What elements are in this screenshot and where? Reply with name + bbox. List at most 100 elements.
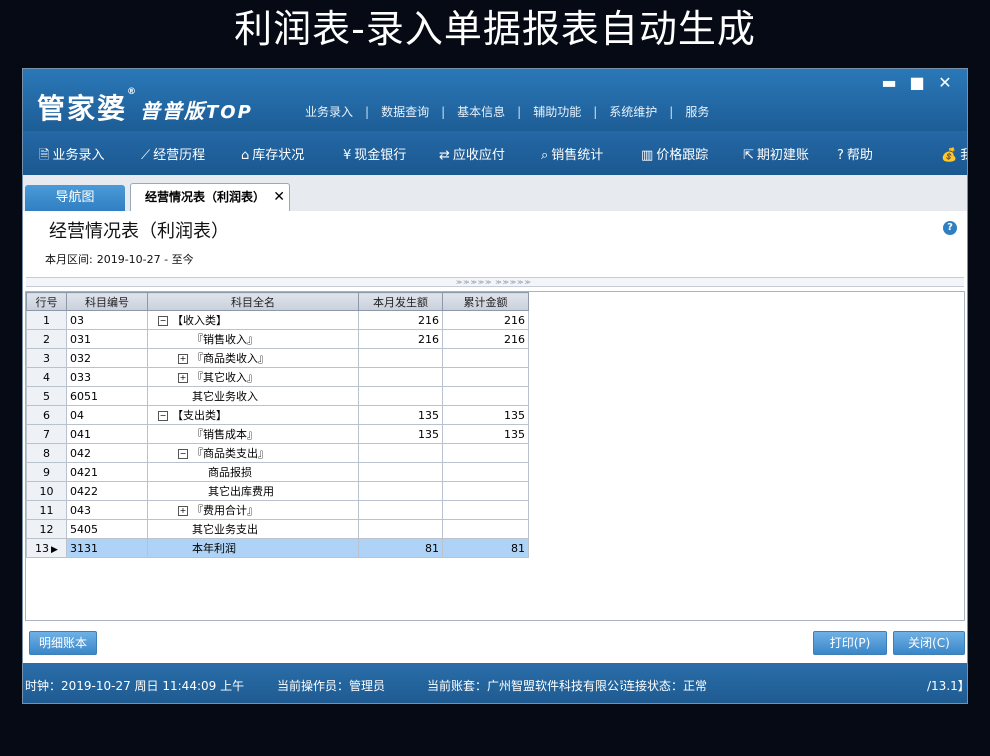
table-row[interactable]: 9 0421 商品报损: [26, 462, 529, 482]
banner-title: 利润表-录入单据报表自动生成: [234, 7, 756, 51]
collapse-icon[interactable]: −: [158, 316, 168, 326]
table-row[interactable]: 4 033 + 『其它收入』: [26, 367, 529, 387]
account-name-cell: 其它出库费用: [147, 481, 359, 501]
account-code-cell: 042: [66, 443, 148, 463]
total-amount-cell: [442, 500, 529, 520]
yen-icon: ¥: [343, 148, 352, 163]
detail-ledger-button[interactable]: 明细账本: [29, 631, 97, 655]
account-code-cell: 03: [66, 310, 148, 330]
total-amount-cell: 216: [442, 310, 529, 330]
toolbar-button[interactable]: ? 帮助: [837, 144, 873, 163]
account-code-cell: 04: [66, 405, 148, 425]
row-number: 6: [43, 408, 50, 422]
top-menu-item[interactable]: 辅助功能: [521, 105, 593, 119]
table-row[interactable]: 3 032 + 『商品类收入』: [26, 348, 529, 368]
tab-profit-report-label: 经营情况表（利润表）: [145, 190, 266, 204]
maximize-button[interactable]: ■: [903, 73, 931, 92]
toolbar-button[interactable]: 💰我: [941, 144, 967, 163]
total-amount-cell: [442, 443, 529, 463]
row-number-cell: 13 ▶: [26, 538, 67, 558]
account-name-cell: 本年利润: [147, 538, 359, 558]
toolbar-button[interactable]: ▥ 价格跟踪: [641, 144, 708, 163]
month-amount-cell: [358, 500, 443, 520]
top-menu-item[interactable]: 服务: [673, 105, 721, 119]
report-grid: 行号 科目编号 科目全名 本月发生额 累计金额 1 03− 【收入类】 216 216 2 031 『…: [25, 291, 965, 621]
month-amount-cell: [358, 386, 443, 406]
title-bar: 管家婆®普普版TOP 业务录入 | 数据查询 | 基本信息 | 辅助功能 | 系统维护 | 服务 ▬…: [23, 69, 967, 131]
account-name: 【收入类】: [172, 314, 227, 327]
table-row[interactable]: 5 6051 其它业务收入: [26, 386, 529, 406]
print-button[interactable]: 打印(P): [813, 631, 887, 655]
app-logo: 管家婆®普普版TOP: [37, 87, 253, 127]
help-icon[interactable]: ?: [943, 221, 957, 235]
account-name-cell: + 『商品类收入』: [147, 348, 359, 368]
column-header[interactable]: 本月发生额: [358, 292, 443, 311]
total-amount-cell: [442, 367, 529, 387]
collapse-icon[interactable]: −: [178, 449, 188, 459]
table-row[interactable]: 13 ▶ 3131 本年利润 81 81: [26, 538, 529, 558]
row-number: 9: [43, 465, 50, 479]
toolbar-button-label: 帮助: [846, 148, 873, 163]
toolbar-button-label: 期初建账: [756, 148, 809, 163]
tab-close-icon[interactable]: ✕: [273, 184, 285, 210]
top-menu-item[interactable]: 数据查询: [369, 105, 441, 119]
expand-icon[interactable]: +: [178, 373, 188, 383]
account-code-cell: 033: [66, 367, 148, 387]
top-menu: 业务录入 | 数据查询 | 基本信息 | 辅助功能 | 系统维护 | 服务: [293, 103, 721, 120]
top-menu-item[interactable]: 基本信息: [445, 105, 517, 119]
top-menu-item[interactable]: 业务录入: [293, 105, 365, 119]
table-row[interactable]: 7 041 『销售成本』 135 135: [26, 424, 529, 444]
table-row[interactable]: 12 5405 其它业务支出: [26, 519, 529, 539]
table-row[interactable]: 1 03− 【收入类】 216 216: [26, 310, 529, 330]
row-pointer-icon: ▶: [51, 544, 58, 555]
tab-profit-report[interactable]: 经营情况表（利润表） ✕: [130, 183, 290, 211]
app-window: 管家婆®普普版TOP 业务录入 | 数据查询 | 基本信息 | 辅助功能 | 系统维护 | 服务 ▬…: [22, 68, 968, 704]
account-code-cell: 3131: [66, 538, 148, 558]
search-icon: ⌕: [541, 148, 549, 163]
toolbar-button[interactable]: ⌂ 库存状况: [241, 144, 304, 163]
column-header[interactable]: 科目编号: [66, 292, 148, 311]
tab-navigation-map[interactable]: 导航图: [25, 185, 125, 211]
minimize-button[interactable]: ▬: [875, 73, 903, 92]
bar-chart-icon: ▥: [641, 148, 654, 163]
expand-icon[interactable]: +: [178, 506, 188, 516]
account-name: 『费用合计』: [192, 504, 258, 517]
collapse-icon[interactable]: −: [158, 411, 168, 421]
table-row[interactable]: 10 0422 其它出库费用: [26, 481, 529, 501]
splitter-handle[interactable]: ≫≫≫≫≫ ≫≫≫≫≫: [26, 277, 964, 287]
row-number: 2: [43, 332, 50, 346]
table-row[interactable]: 6 04− 【支出类】 135 135: [26, 405, 529, 425]
expand-icon[interactable]: +: [178, 354, 188, 364]
account-name-cell: − 【收入类】: [147, 310, 359, 330]
column-header[interactable]: 行号: [26, 292, 67, 311]
close-button[interactable]: 关闭(C): [893, 631, 965, 655]
account-name-cell: 其它业务收入: [147, 386, 359, 406]
account-name-cell: 『销售收入』: [147, 329, 359, 349]
account-name: 『其它收入』: [192, 371, 258, 384]
toolbar-button[interactable]: 🗎 业务录入: [39, 144, 104, 168]
toolbar-button[interactable]: ⇄ 应收应付: [439, 144, 505, 163]
row-number: 5: [43, 389, 50, 403]
table-row[interactable]: 8 042− 『商品类支出』: [26, 443, 529, 463]
toolbar-button[interactable]: ⌕ 销售统计: [541, 144, 603, 163]
month-amount-cell: 216: [358, 329, 443, 349]
close-window-button[interactable]: ✕: [931, 73, 959, 92]
toolbar-button[interactable]: ⟋ 经营历程: [141, 144, 205, 163]
column-header[interactable]: 科目全名: [147, 292, 359, 311]
top-menu-item[interactable]: 系统维护: [597, 105, 669, 119]
toolbar-button[interactable]: ¥ 现金银行: [343, 144, 406, 163]
month-amount-cell: 216: [358, 310, 443, 330]
month-amount-cell: 81: [358, 538, 443, 558]
account-name: 『商品类支出』: [192, 447, 269, 460]
table-row[interactable]: 11 043 + 『费用合计』: [26, 500, 529, 520]
account-code-cell: 5405: [66, 519, 148, 539]
month-amount-cell: [358, 519, 443, 539]
logo-top: TOP: [206, 102, 253, 123]
table-row[interactable]: 2 031 『销售收入』 216 216: [26, 329, 529, 349]
column-header[interactable]: 累计金额: [442, 292, 529, 311]
toolbar-button[interactable]: ⇱ 期初建账: [743, 144, 809, 163]
tab-strip: 导航图 经营情况表（利润表） ✕: [23, 175, 967, 211]
row-number: 4: [43, 370, 50, 384]
date-range: 本月区间: 2019-10-27 - 至今: [45, 251, 194, 267]
row-number: 7: [43, 427, 50, 441]
